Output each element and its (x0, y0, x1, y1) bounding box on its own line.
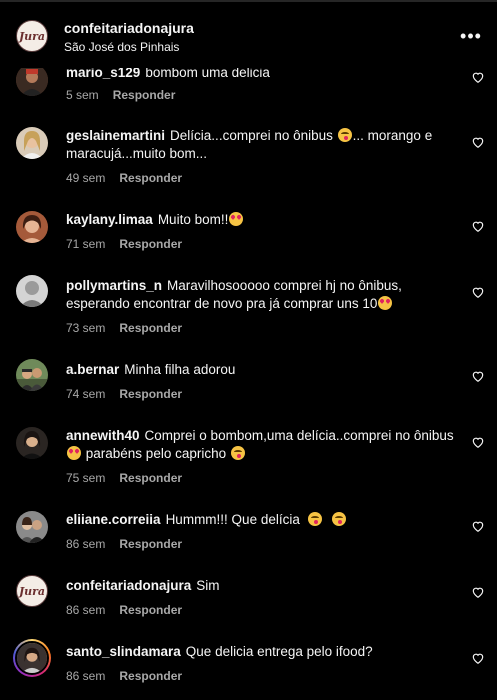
savoring-food-emoji-icon (331, 512, 346, 526)
comment-meta: 75 sem Responder (66, 471, 182, 485)
comment-meta: 5 sem Responder (66, 88, 175, 102)
reply-button[interactable]: Responder (113, 88, 176, 102)
savoring-food-emoji-icon (230, 446, 245, 460)
reply-button[interactable]: Responder (119, 321, 182, 335)
comment-body: Hummm!!! Que delícia (165, 512, 300, 527)
avatar[interactable]: Jura (16, 575, 48, 607)
comment-body: Sim (196, 578, 220, 593)
comment-username[interactable]: eliiane.correiia (66, 512, 161, 527)
avatar[interactable] (16, 511, 48, 543)
comment-time: 74 sem (66, 387, 106, 401)
profile-avatar[interactable]: Jura (16, 20, 48, 52)
comment-text: eliiane.correiia Hummm!!! Que delícia (66, 511, 456, 529)
comment-list[interactable]: mario_s129 bombom uma delicia 5 sem Respon… (0, 0, 497, 700)
comment-text: santo_slindamara Que delicia entrega pelo… (66, 643, 456, 661)
reply-button[interactable]: Responder (119, 171, 182, 185)
savoring-food-emoji-icon (337, 128, 352, 142)
comment-body-cont: parabéns pelo capricho (85, 446, 227, 461)
post-location[interactable]: São José dos Pinhais (64, 40, 179, 54)
comment-username[interactable]: geslainemartini (66, 128, 165, 143)
comment-time: 71 sem (66, 237, 106, 251)
comment-username[interactable]: kaylany.limaa (66, 212, 153, 227)
like-heart-icon[interactable] (471, 369, 485, 383)
comment-text: kaylany.limaa Muito bom!! (66, 211, 456, 229)
comment-meta: 86 sem Responder (66, 669, 182, 683)
avatar[interactable] (16, 211, 48, 243)
profile-username[interactable]: confeitariadonajura (64, 20, 194, 36)
comment-time: 49 sem (66, 171, 106, 185)
comments-panel: mario_s129 bombom uma delicia 5 sem Respon… (0, 0, 497, 700)
avatar[interactable] (16, 64, 48, 96)
avatar[interactable] (16, 427, 48, 459)
comment-time: 5 sem (66, 88, 99, 102)
like-heart-icon[interactable] (471, 219, 485, 233)
like-heart-icon[interactable] (471, 70, 485, 84)
logo-text: Jura (18, 29, 46, 43)
comment-username[interactable]: annewith40 (66, 428, 140, 443)
comment-username[interactable]: pollymartins_n (66, 278, 162, 293)
comment-body: Delícia...comprei no ônibus (170, 128, 333, 143)
comment-body: Que delicia entrega pelo ifood? (185, 644, 373, 659)
comment-body: Minha filha adorou (124, 362, 236, 377)
like-heart-icon[interactable] (471, 435, 485, 449)
reply-button[interactable]: Responder (119, 237, 182, 251)
heart-eyes-emoji-icon (378, 296, 393, 310)
avatar[interactable] (16, 275, 48, 307)
comment-text: pollymartins_n Maravilhosooooo comprei hj… (66, 277, 456, 313)
comment-body: Comprei o bombom,uma delícia..comprei no… (144, 428, 454, 443)
comment-meta: 86 sem Responder (66, 603, 182, 617)
comment-time: 75 sem (66, 471, 106, 485)
heart-eyes-emoji-icon (229, 212, 244, 226)
comment-time: 73 sem (66, 321, 106, 335)
comment-text: annewith40 Comprei o bombom,uma delícia..… (66, 427, 456, 463)
comment-username[interactable]: confeitariadonajura (66, 578, 191, 593)
comment-username[interactable]: a.bernar (66, 362, 119, 377)
comment-time: 86 sem (66, 537, 106, 551)
comment-text: geslainemartini Delícia...comprei no ônib… (66, 127, 456, 163)
savoring-food-emoji-icon (308, 512, 323, 526)
reply-button[interactable]: Responder (119, 471, 182, 485)
comment-text: confeitariadonajura Sim (66, 577, 456, 595)
more-options-icon[interactable]: ••• (459, 26, 483, 46)
reply-button[interactable]: Responder (119, 603, 182, 617)
like-heart-icon[interactable] (471, 651, 485, 665)
post-header: Jura confeitariadonajura São José dos Pi… (0, 2, 497, 68)
heart-eyes-emoji-icon (67, 446, 81, 460)
comment-username[interactable]: santo_slindamara (66, 644, 181, 659)
comment-body: Muito bom!! (157, 212, 229, 227)
comment-meta: 73 sem Responder (66, 321, 182, 335)
comment-meta: 71 sem Responder (66, 237, 182, 251)
like-heart-icon[interactable] (471, 135, 485, 149)
avatar[interactable] (16, 359, 48, 391)
like-heart-icon[interactable] (471, 585, 485, 599)
comment-meta: 74 sem Responder (66, 387, 182, 401)
avatar[interactable] (16, 127, 48, 159)
comment-time: 86 sem (66, 603, 106, 617)
avatar[interactable] (13, 639, 51, 677)
comment-time: 86 sem (66, 669, 106, 683)
logo-text: Jura (18, 584, 46, 598)
comment-text: a.bernar Minha filha adorou (66, 361, 456, 379)
comment-meta: 49 sem Responder (66, 171, 182, 185)
like-heart-icon[interactable] (471, 519, 485, 533)
reply-button[interactable]: Responder (119, 387, 182, 401)
like-heart-icon[interactable] (471, 285, 485, 299)
reply-button[interactable]: Responder (119, 537, 182, 551)
reply-button[interactable]: Responder (119, 669, 182, 683)
comment-meta: 86 sem Responder (66, 537, 182, 551)
